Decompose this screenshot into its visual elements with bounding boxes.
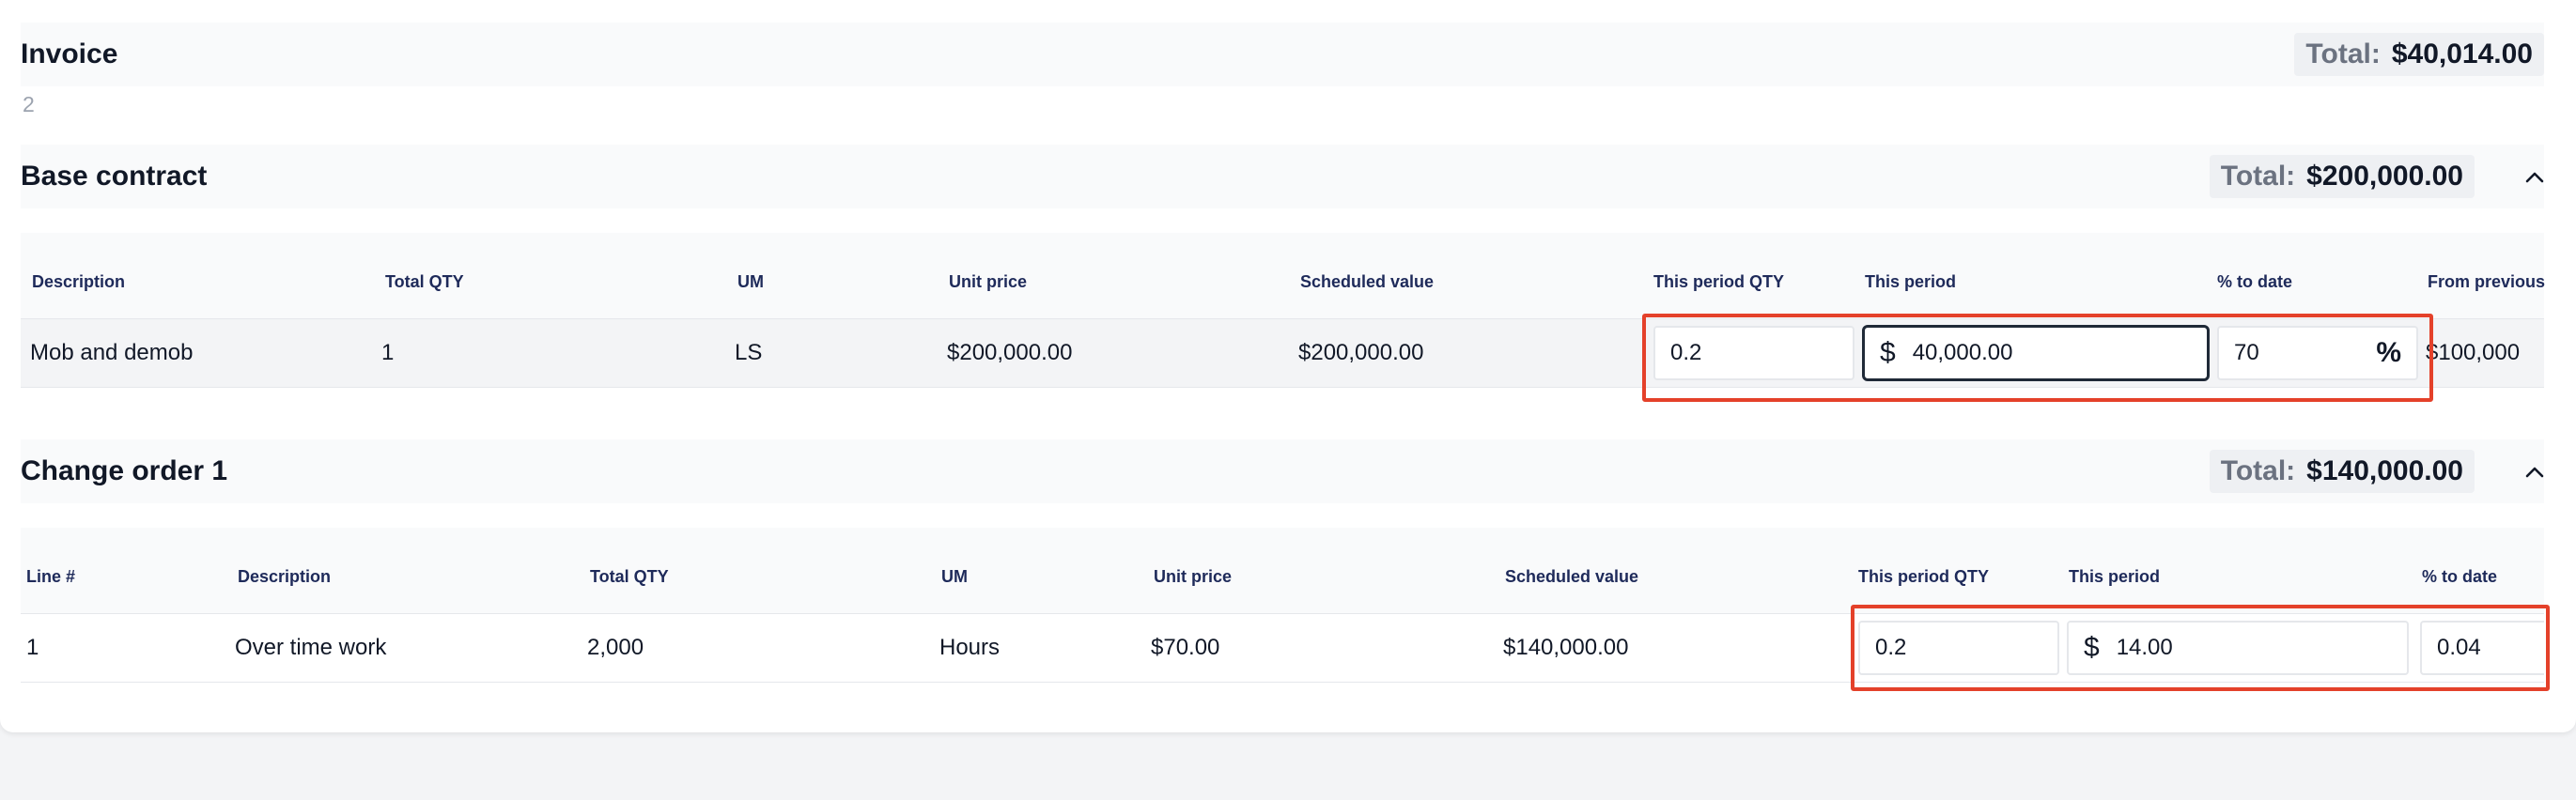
change-order-total-value: $140,000.00	[2306, 455, 2463, 486]
table-row: Mob and demob 1 LS $200,000.00 $200,000.…	[21, 319, 2544, 388]
percent-to-date-input[interactable]: 70 %	[2217, 326, 2418, 380]
row-scheduled-value: $140,000.00	[1503, 635, 1629, 660]
base-contract-header: Base contract Total: $200,000.00	[21, 145, 2544, 208]
change-order-total-label: Total:	[2220, 455, 2296, 486]
column-percent-to-date: % to date	[2217, 272, 2293, 291]
this-period-amount-value: 14.00	[2116, 635, 2173, 660]
row-um: Hours	[939, 635, 1001, 660]
chevron-up-icon	[2525, 467, 2544, 478]
invoice-total-value: $40,014.00	[2391, 38, 2533, 69]
row-line-number: 1	[26, 635, 39, 660]
base-contract-total: Total: $200,000.00	[2209, 155, 2475, 198]
column-unit-price: Unit price	[1154, 567, 1233, 586]
invoice-card: Invoice Total: $40,014.00 2 Base contrac…	[0, 0, 2576, 732]
change-order-total: Total: $140,000.00	[2209, 450, 2475, 493]
column-total-qty: Total QTY	[385, 272, 464, 291]
column-line-number: Line #	[26, 567, 76, 586]
row-unit-price: $70.00	[1151, 635, 1220, 660]
row-scheduled-value: $200,000.00	[1298, 340, 1424, 365]
invoice-title: Invoice	[21, 38, 118, 69]
base-contract-title: Base contract	[21, 161, 208, 192]
change-order-table-header: Line # Description Total QTY UM Unit pri…	[21, 528, 2544, 614]
row-unit-price: $200,000.00	[947, 340, 1073, 365]
this-period-qty-value: 0.2	[1670, 340, 1702, 365]
column-total-qty: Total QTY	[590, 567, 669, 586]
invoice-total: Total: $40,014.00	[2294, 33, 2544, 76]
invoice-number: 2	[23, 92, 35, 116]
column-percent-to-date: % to date	[2422, 567, 2498, 586]
change-order-header: Change order 1 Total: $140,000.00	[21, 439, 2544, 503]
base-contract-total-label: Total:	[2220, 161, 2296, 192]
collapse-base-contract-button[interactable]	[2499, 158, 2544, 195]
column-this-period-qty: This period QTY	[1653, 272, 1785, 291]
column-unit-price: Unit price	[949, 272, 1028, 291]
column-um: UM	[941, 567, 968, 586]
column-scheduled-value: Scheduled value	[1300, 272, 1435, 291]
dollar-sign-icon: $	[1880, 337, 1896, 368]
base-contract-total-value: $200,000.00	[2306, 161, 2463, 192]
this-period-amount-input[interactable]: $ 14.00	[2067, 621, 2409, 675]
row-description: Over time work	[235, 635, 387, 660]
this-period-amount-input[interactable]: $ 40,000.00	[1862, 325, 2210, 381]
dollar-sign-icon: $	[2084, 632, 2100, 663]
this-period-qty-input[interactable]: 0.2	[1858, 621, 2059, 675]
base-contract-table-header: Description Total QTY UM Unit price Sche…	[21, 233, 2546, 319]
column-um: UM	[737, 272, 764, 291]
percent-to-date-input[interactable]: 0.04	[2420, 621, 2544, 675]
change-order-title: Change order 1	[21, 455, 228, 486]
collapse-change-order-button[interactable]	[2499, 453, 2544, 490]
column-scheduled-value: Scheduled value	[1505, 567, 1639, 586]
row-total-qty: 1	[381, 340, 395, 365]
column-this-period: This period	[1865, 272, 1957, 291]
invoice-header: Invoice Total: $40,014.00	[21, 23, 2544, 86]
this-period-amount-value: 40,000.00	[1912, 340, 2013, 365]
row-total-qty: 2,000	[587, 635, 644, 660]
row-description: Mob and demob	[30, 340, 194, 365]
percent-to-date-value: 70	[2234, 340, 2259, 365]
this-period-qty-input[interactable]: 0.2	[1653, 326, 1854, 380]
table-row: 1 Over time work 2,000 Hours $70.00 $140…	[21, 614, 2544, 683]
column-from-previous: From previous	[2428, 272, 2546, 291]
chevron-up-icon	[2525, 172, 2544, 183]
percent-to-date-value: 0.04	[2437, 635, 2481, 660]
column-description: Description	[32, 272, 126, 291]
row-um: LS	[735, 340, 763, 365]
column-this-period: This period	[2069, 567, 2161, 586]
invoice-total-label: Total:	[2305, 38, 2381, 69]
percent-icon: %	[2376, 337, 2401, 368]
row-from-previous: $100,000	[2426, 340, 2521, 365]
column-this-period-qty: This period QTY	[1858, 567, 1990, 586]
column-description: Description	[238, 567, 332, 586]
this-period-qty-value: 0.2	[1875, 635, 1907, 660]
